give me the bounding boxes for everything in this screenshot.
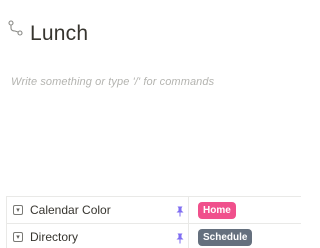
- property-row-directory: ▾ Directory Schedule: [6, 224, 301, 248]
- git-branch-icon: [8, 20, 24, 36]
- pin-icon[interactable]: [176, 204, 184, 217]
- page-title[interactable]: Lunch: [30, 22, 88, 46]
- property-row-calendar-color: ▾ Calendar Color Home: [6, 197, 301, 224]
- select-property-icon: ▾: [13, 205, 23, 215]
- property-name-cell[interactable]: ▾ Calendar Color: [6, 197, 189, 223]
- page: Lunch Write something or type '/' for co…: [0, 0, 301, 248]
- tag-home[interactable]: Home: [198, 201, 236, 219]
- properties-table: ▾ Calendar Color Home ▾ Directory Schedu…: [6, 196, 301, 248]
- page-header: Lunch: [8, 18, 88, 50]
- editor-placeholder[interactable]: Write something or type '/' for commands: [11, 76, 214, 88]
- property-value-cell[interactable]: Home: [189, 197, 301, 223]
- pin-icon[interactable]: [176, 231, 184, 244]
- property-label: Calendar Color: [30, 203, 111, 217]
- select-property-icon: ▾: [13, 232, 23, 242]
- property-label: Directory: [30, 230, 79, 244]
- property-name-cell[interactable]: ▾ Directory: [6, 224, 189, 248]
- property-value-cell[interactable]: Schedule: [189, 224, 301, 248]
- tag-schedule[interactable]: Schedule: [198, 228, 253, 246]
